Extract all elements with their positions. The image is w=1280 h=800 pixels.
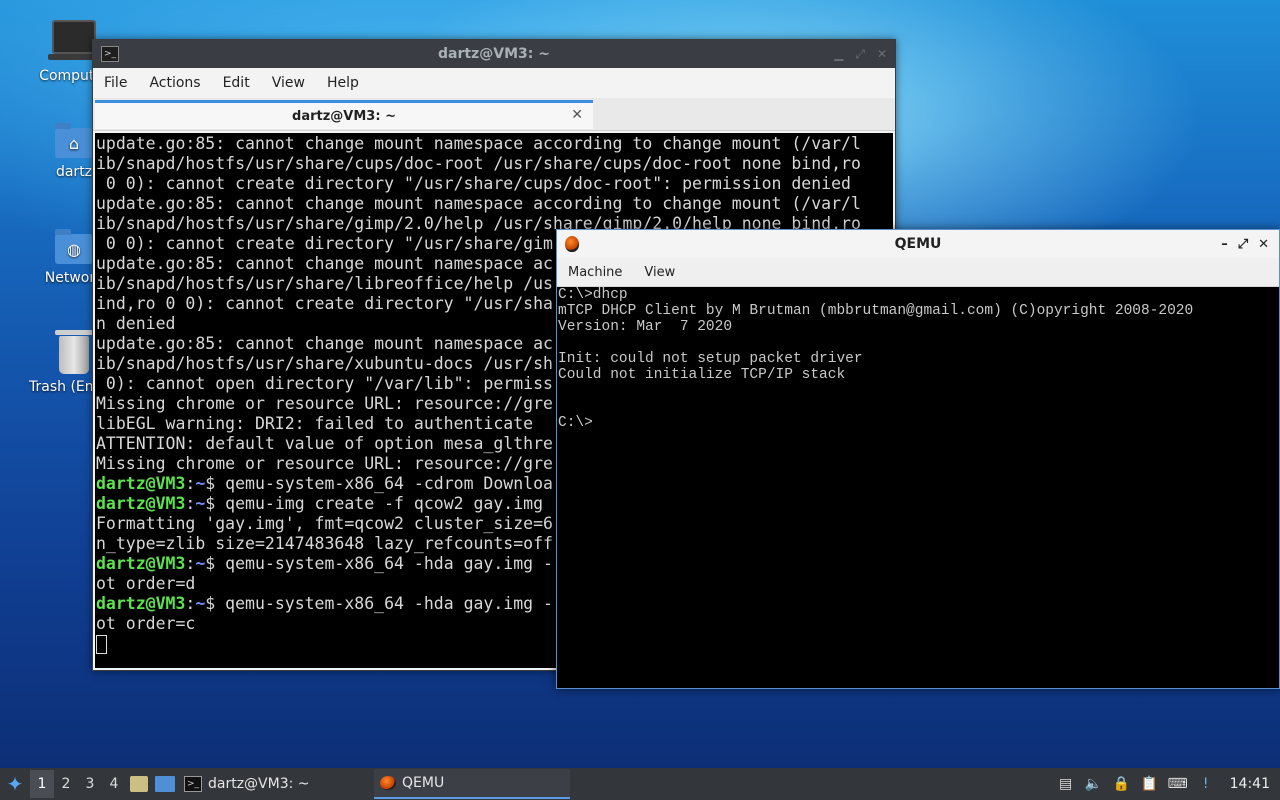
prompt-user: dartz@VM3 <box>96 494 186 513</box>
menu-view[interactable]: View <box>261 75 316 91</box>
qemu-title: QEMU <box>894 236 942 252</box>
prompt-user: dartz@VM3 <box>96 474 186 493</box>
terminal-tab[interactable]: dartz@VM3: ~ ✕ <box>95 100 593 129</box>
maximize-icon[interactable]: ⤢ <box>1238 237 1248 252</box>
qemu-guest-screen[interactable]: C:\>dhcp mTCP DHCP Client by M Brutman (m… <box>557 287 1279 688</box>
guest-console-line: mTCP DHCP Client by M Brutman (mbbrutman… <box>558 303 1194 319</box>
qemu-menubar: Machine View <box>557 258 1279 287</box>
prompt-separator: : <box>185 554 196 573</box>
clock[interactable]: 14:41 <box>1230 776 1270 792</box>
taskbar-task-terminal[interactable]: >_ dartz@VM3: ~ <box>178 769 374 799</box>
prompt-separator: : <box>185 594 196 613</box>
prompt-path: ~ <box>195 474 206 493</box>
file-manager-launcher[interactable] <box>126 770 152 798</box>
menu-machine[interactable]: Machine <box>557 265 633 280</box>
whisker-menu-icon[interactable]: ✦ <box>0 769 30 799</box>
show-desktop-button[interactable] <box>152 770 178 798</box>
guest-console-text: C:\>dhcp mTCP DHCP Client by M Brutman (m… <box>557 287 1279 431</box>
terminal-line: update.go:85: cannot change mount namesp… <box>96 194 861 213</box>
command-text: qemu-system-x86_64 -hda gay.img - <box>225 594 553 613</box>
maximize-icon[interactable]: ⤢ <box>855 47 865 62</box>
notification-icon[interactable]: ▤ <box>1056 774 1076 794</box>
show-desktop-icon <box>155 776 175 792</box>
terminal-titlebar[interactable]: >_ dartz@VM3: ~ ▁ ⤢ ✕ <box>93 40 895 68</box>
tab-close-icon[interactable]: ✕ <box>571 107 583 123</box>
guest-console-line: C:\> <box>558 415 593 431</box>
workspace-4[interactable]: 4 <box>102 770 126 798</box>
prompt-symbol: $ <box>205 494 226 513</box>
network-folder-icon: ◍ <box>55 229 93 264</box>
terminal-tab-label: dartz@VM3: ~ <box>292 108 396 124</box>
computer-icon <box>48 20 100 60</box>
prompt-user: dartz@VM3 <box>96 554 186 573</box>
menu-actions[interactable]: Actions <box>138 75 211 91</box>
qemu-icon <box>380 776 396 790</box>
prompt-separator: : <box>185 474 196 493</box>
prompt-symbol: $ <box>205 474 226 493</box>
qemu-window[interactable]: QEMU – ⤢ ✕ Machine View C:\>dhcp mTCP DHC… <box>556 229 1280 689</box>
task-label: dartz@VM3: ~ <box>208 776 310 792</box>
close-icon[interactable]: ✕ <box>877 47 887 61</box>
guest-console-line <box>558 383 1279 399</box>
terminal-line: 0 0): cannot create directory "/usr/shar… <box>96 174 851 193</box>
minimize-icon[interactable]: – <box>1221 237 1228 252</box>
trash-icon <box>55 330 93 374</box>
menu-view[interactable]: View <box>633 265 686 280</box>
file-manager-icon <box>130 776 148 792</box>
taskbar: ✦ 1 2 3 4 >_ dartz@VM3: ~ QEMU ▤ 🔈 🔒 📋 ⌨… <box>0 768 1280 800</box>
system-tray: ▤ 🔈 🔒 📋 ⌨ ! 14:41 <box>1056 768 1280 800</box>
prompt-symbol: $ <box>205 594 226 613</box>
guest-console-line: Version: Mar 7 2020 <box>558 319 733 335</box>
command-text: qemu-img create -f qcow2 gay.img <box>225 494 544 513</box>
menu-help[interactable]: Help <box>316 75 370 91</box>
terminal-app-icon: >_ <box>101 46 119 62</box>
menu-file[interactable]: File <box>93 75 138 91</box>
minimize-icon[interactable]: ▁ <box>834 47 843 61</box>
clipboard-icon[interactable]: 📋 <box>1140 774 1160 794</box>
terminal-tabbar: dartz@VM3: ~ ✕ <box>93 98 895 131</box>
lock-icon[interactable]: 🔒 <box>1112 774 1132 794</box>
prompt-symbol: $ <box>205 554 226 573</box>
network-icon[interactable]: ⌨ <box>1168 774 1188 794</box>
workspace-3[interactable]: 3 <box>78 770 102 798</box>
terminal-icon: >_ <box>184 776 202 792</box>
updates-icon[interactable]: ! <box>1196 774 1216 794</box>
command-text: qemu-system-x86_64 -hda gay.img - <box>225 554 553 573</box>
text-cursor <box>96 635 107 654</box>
qemu-titlebar[interactable]: QEMU – ⤢ ✕ <box>557 230 1279 258</box>
close-icon[interactable]: ✕ <box>1258 237 1269 252</box>
prompt-user: dartz@VM3 <box>96 594 186 613</box>
guest-console-line <box>558 399 1279 415</box>
terminal-line: update.go:85: cannot change mount namesp… <box>96 134 861 153</box>
prompt-path: ~ <box>195 594 206 613</box>
qemu-icon <box>565 236 579 252</box>
menu-edit[interactable]: Edit <box>212 75 261 91</box>
prompt-path: ~ <box>195 554 206 573</box>
home-folder-icon: ⌂ <box>55 123 93 158</box>
task-label: QEMU <box>402 775 445 791</box>
volume-icon[interactable]: 🔈 <box>1084 774 1104 794</box>
prompt-separator: : <box>185 494 196 513</box>
command-text: qemu-system-x86_64 -cdrom Downloa <box>225 474 553 493</box>
guest-console-line: Init: could not setup packet driver <box>558 351 863 367</box>
terminal-title: dartz@VM3: ~ <box>438 46 550 62</box>
workspace-2[interactable]: 2 <box>54 770 78 798</box>
taskbar-task-qemu[interactable]: QEMU <box>374 769 570 799</box>
workspace-1[interactable]: 1 <box>30 770 54 798</box>
guest-console-line: C:\>dhcp <box>558 287 628 303</box>
guest-console-line <box>558 335 1279 351</box>
terminal-menubar: File Actions Edit View Help <box>93 68 895 98</box>
prompt-path: ~ <box>195 494 206 513</box>
guest-console-line: Could not initialize TCP/IP stack <box>558 367 846 383</box>
terminal-line: ib/snapd/hostfs/usr/share/cups/doc-root … <box>96 154 861 173</box>
